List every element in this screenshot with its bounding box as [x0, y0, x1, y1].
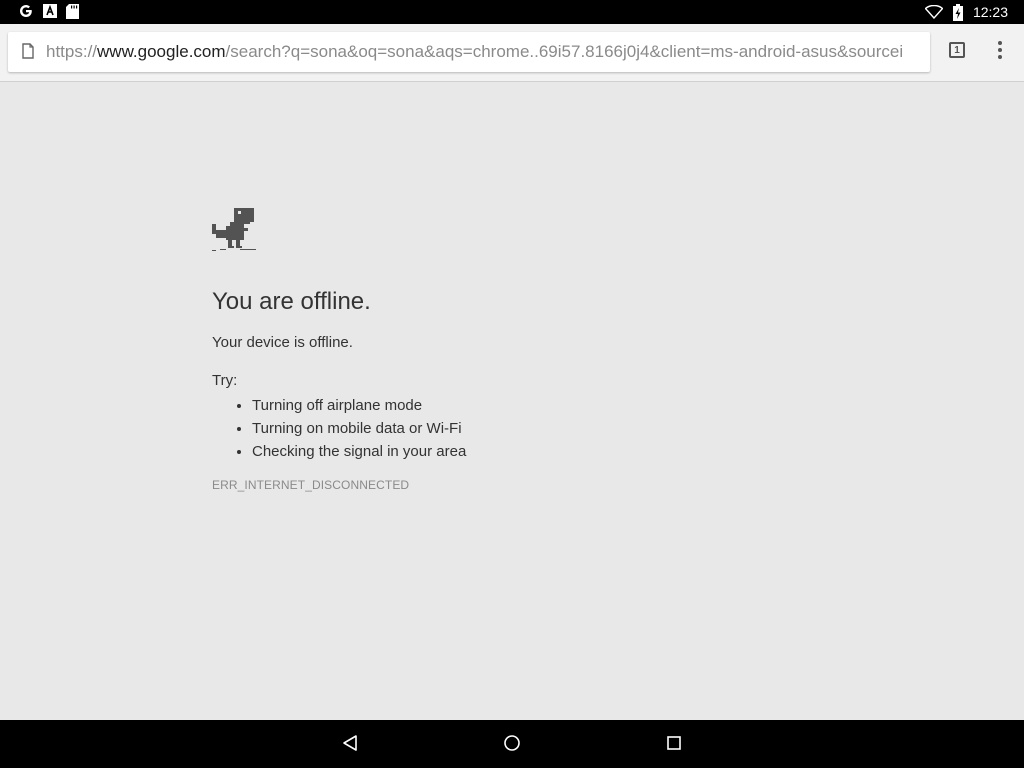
page-title: You are offline. [212, 288, 371, 315]
dinosaur-icon[interactable] [212, 208, 258, 259]
url-scheme: https:// [46, 42, 98, 61]
suggestion-list: Turning off airplane mode Turning on mob… [212, 394, 466, 463]
back-icon[interactable] [342, 734, 358, 752]
offline-error-page: You are offline. Your device is offline.… [0, 82, 1024, 720]
notification-icons [18, 3, 79, 19]
tab-switcher-button[interactable]: 1 [949, 42, 965, 58]
home-icon[interactable] [503, 734, 521, 752]
list-item: Checking the signal in your area [252, 440, 466, 463]
font-a-icon [43, 4, 57, 18]
omnibox[interactable]: https://www.google.com/search?q=sona&oq=… [8, 32, 930, 72]
google-g-icon [18, 3, 34, 19]
navigation-bar [0, 720, 1024, 768]
dot [998, 48, 1002, 52]
dot [998, 55, 1002, 59]
system-icons: 12:23 [924, 2, 1008, 22]
url-host: www.google.com [97, 42, 226, 61]
clock: 12:23 [972, 4, 1008, 20]
try-label: Try: [212, 372, 238, 389]
error-message: Your device is offline. [212, 334, 353, 351]
battery-charging-icon [952, 3, 963, 21]
sd-card-icon [66, 3, 79, 19]
browser-toolbar: https://www.google.com/search?q=sona&oq=… [0, 24, 1024, 82]
wifi-icon [924, 5, 943, 19]
tab-count: 1 [954, 44, 960, 56]
page-info-icon[interactable] [22, 43, 34, 59]
error-code: ERR_INTERNET_DISCONNECTED [212, 478, 410, 492]
overflow-menu-button[interactable] [992, 41, 1008, 63]
recents-icon[interactable] [666, 734, 682, 752]
status-bar: 12:23 [0, 0, 1024, 24]
url-text[interactable]: https://www.google.com/search?q=sona&oq=… [46, 42, 926, 62]
list-item: Turning off airplane mode [252, 394, 466, 417]
list-item: Turning on mobile data or Wi-Fi [252, 417, 466, 440]
url-path: /search?q=sona&oq=sona&aqs=chrome..69i57… [225, 42, 904, 61]
dot [998, 41, 1002, 45]
